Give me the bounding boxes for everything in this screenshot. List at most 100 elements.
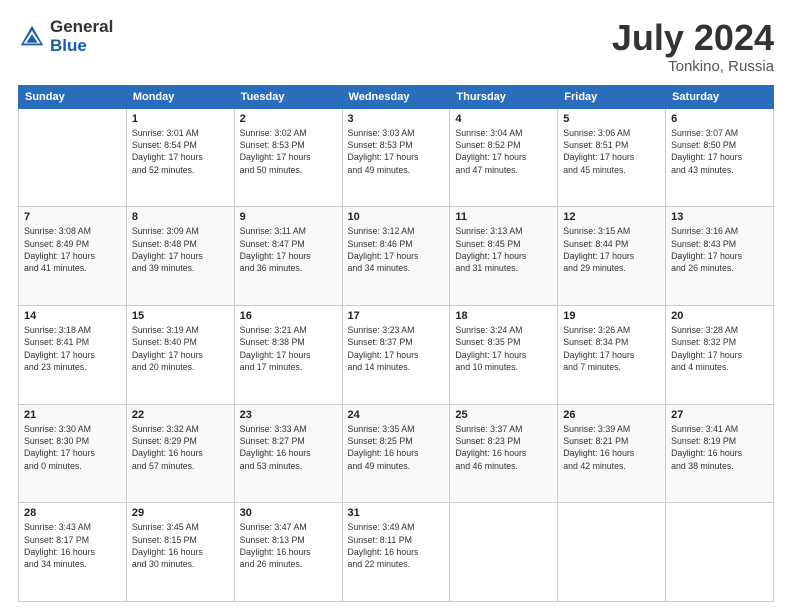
day-info: Sunrise: 3:02 AMSunset: 8:53 PMDaylight:… — [240, 127, 337, 176]
day-info: Sunrise: 3:49 AMSunset: 8:11 PMDaylight:… — [348, 521, 445, 570]
day-number: 7 — [24, 211, 121, 223]
day-number: 8 — [132, 211, 229, 223]
table-row: 31 Sunrise: 3:49 AMSunset: 8:11 PMDayligh… — [342, 503, 450, 602]
day-info: Sunrise: 3:06 AMSunset: 8:51 PMDaylight:… — [563, 127, 660, 176]
table-row: 15 Sunrise: 3:19 AMSunset: 8:40 PMDayligh… — [126, 305, 234, 404]
table-row: 1 Sunrise: 3:01 AMSunset: 8:54 PMDaylight… — [126, 108, 234, 207]
day-number: 1 — [132, 113, 229, 125]
table-row: 14 Sunrise: 3:18 AMSunset: 8:41 PMDayligh… — [19, 305, 127, 404]
table-row: 27 Sunrise: 3:41 AMSunset: 8:19 PMDayligh… — [666, 404, 774, 503]
day-info: Sunrise: 3:24 AMSunset: 8:35 PMDaylight:… — [455, 324, 552, 373]
day-number: 30 — [240, 507, 337, 519]
table-row: 25Sunrise: 3:37 AMSunset: 8:23 PMDayligh… — [450, 404, 558, 503]
logo-icon — [18, 23, 46, 51]
col-thursday: Thursday — [450, 85, 558, 108]
calendar-week-row: 21 Sunrise: 3:30 AMSunset: 8:30 PMDayligh… — [19, 404, 774, 503]
day-number: 24 — [348, 409, 445, 421]
day-number: 14 — [24, 310, 121, 322]
day-info: Sunrise: 3:41 AMSunset: 8:19 PMDaylight:… — [671, 423, 768, 472]
day-info: Sunrise: 3:35 AMSunset: 8:25 PMDaylight:… — [348, 423, 445, 472]
day-info: Sunrise: 3:15 AMSunset: 8:44 PMDaylight:… — [563, 225, 660, 274]
table-row: 29Sunrise: 3:45 AMSunset: 8:15 PMDayligh… — [126, 503, 234, 602]
col-wednesday: Wednesday — [342, 85, 450, 108]
day-number: 5 — [563, 113, 660, 125]
logo-blue-text: Blue — [50, 37, 113, 56]
logo-general-text: General — [50, 18, 113, 37]
day-info: Sunrise: 3:30 AMSunset: 8:30 PMDaylight:… — [24, 423, 121, 472]
col-monday: Monday — [126, 85, 234, 108]
table-row: 22 Sunrise: 3:32 AMSunset: 8:29 PMDayligh… — [126, 404, 234, 503]
table-row: 4Sunrise: 3:04 AMSunset: 8:52 PMDaylight… — [450, 108, 558, 207]
day-info: Sunrise: 3:18 AMSunset: 8:41 PMDaylight:… — [24, 324, 121, 373]
day-number: 9 — [240, 211, 337, 223]
table-row: 9 Sunrise: 3:11 AMSunset: 8:47 PMDaylight… — [234, 207, 342, 306]
day-info: Sunrise: 3:16 AMSunset: 8:43 PMDaylight:… — [671, 225, 768, 274]
col-tuesday: Tuesday — [234, 85, 342, 108]
table-row: 16Sunrise: 3:21 AMSunset: 8:38 PMDayligh… — [234, 305, 342, 404]
day-number: 28 — [24, 507, 121, 519]
logo-text: General Blue — [50, 18, 113, 55]
day-info: Sunrise: 3:19 AMSunset: 8:40 PMDaylight:… — [132, 324, 229, 373]
day-info: Sunrise: 3:23 AMSunset: 8:37 PMDaylight:… — [348, 324, 445, 373]
table-row — [558, 503, 666, 602]
table-row: 24 Sunrise: 3:35 AMSunset: 8:25 PMDayligh… — [342, 404, 450, 503]
day-number: 22 — [132, 409, 229, 421]
day-info: Sunrise: 3:26 AMSunset: 8:34 PMDaylight:… — [563, 324, 660, 373]
title-block: July 2024 Tonkino, Russia — [612, 18, 774, 75]
day-number: 20 — [671, 310, 768, 322]
table-row: 3Sunrise: 3:03 AMSunset: 8:53 PMDaylight… — [342, 108, 450, 207]
table-row: 12 Sunrise: 3:15 AMSunset: 8:44 PMDayligh… — [558, 207, 666, 306]
table-row: 19 Sunrise: 3:26 AMSunset: 8:34 PMDayligh… — [558, 305, 666, 404]
day-number: 16 — [240, 310, 337, 322]
day-info: Sunrise: 3:13 AMSunset: 8:45 PMDaylight:… — [455, 225, 552, 274]
day-number: 23 — [240, 409, 337, 421]
table-row: 2Sunrise: 3:02 AMSunset: 8:53 PMDaylight… — [234, 108, 342, 207]
col-sunday: Sunday — [19, 85, 127, 108]
table-row: 17Sunrise: 3:23 AMSunset: 8:37 PMDayligh… — [342, 305, 450, 404]
day-info: Sunrise: 3:33 AMSunset: 8:27 PMDaylight:… — [240, 423, 337, 472]
calendar-week-row: 7Sunrise: 3:08 AMSunset: 8:49 PMDaylight… — [19, 207, 774, 306]
day-number: 21 — [24, 409, 121, 421]
day-number: 6 — [671, 113, 768, 125]
table-row — [450, 503, 558, 602]
table-row: 18 Sunrise: 3:24 AMSunset: 8:35 PMDayligh… — [450, 305, 558, 404]
table-row: 11Sunrise: 3:13 AMSunset: 8:45 PMDayligh… — [450, 207, 558, 306]
day-number: 13 — [671, 211, 768, 223]
day-info: Sunrise: 3:45 AMSunset: 8:15 PMDaylight:… — [132, 521, 229, 570]
table-row — [666, 503, 774, 602]
day-number: 3 — [348, 113, 445, 125]
table-row: 13 Sunrise: 3:16 AMSunset: 8:43 PMDayligh… — [666, 207, 774, 306]
day-info: Sunrise: 3:39 AMSunset: 8:21 PMDaylight:… — [563, 423, 660, 472]
table-row: 6 Sunrise: 3:07 AMSunset: 8:50 PMDaylight… — [666, 108, 774, 207]
day-number: 18 — [455, 310, 552, 322]
day-info: Sunrise: 3:32 AMSunset: 8:29 PMDaylight:… — [132, 423, 229, 472]
header: General Blue July 2024 Tonkino, Russia — [18, 18, 774, 75]
table-row: 5 Sunrise: 3:06 AMSunset: 8:51 PMDaylight… — [558, 108, 666, 207]
day-number: 19 — [563, 310, 660, 322]
page: General Blue July 2024 Tonkino, Russia S… — [0, 0, 792, 612]
day-info: Sunrise: 3:11 AMSunset: 8:47 PMDaylight:… — [240, 225, 337, 274]
calendar-table: Sunday Monday Tuesday Wednesday Thursday… — [18, 85, 774, 602]
title-location: Tonkino, Russia — [612, 58, 774, 75]
day-number: 12 — [563, 211, 660, 223]
table-row: 21 Sunrise: 3:30 AMSunset: 8:30 PMDayligh… — [19, 404, 127, 503]
table-row — [19, 108, 127, 207]
calendar-week-row: 1 Sunrise: 3:01 AMSunset: 8:54 PMDaylight… — [19, 108, 774, 207]
day-info: Sunrise: 3:01 AMSunset: 8:54 PMDaylight:… — [132, 127, 229, 176]
day-info: Sunrise: 3:09 AMSunset: 8:48 PMDaylight:… — [132, 225, 229, 274]
day-number: 15 — [132, 310, 229, 322]
day-info: Sunrise: 3:07 AMSunset: 8:50 PMDaylight:… — [671, 127, 768, 176]
day-number: 31 — [348, 507, 445, 519]
day-number: 27 — [671, 409, 768, 421]
day-info: Sunrise: 3:37 AMSunset: 8:23 PMDaylight:… — [455, 423, 552, 472]
col-saturday: Saturday — [666, 85, 774, 108]
table-row: 8 Sunrise: 3:09 AMSunset: 8:48 PMDaylight… — [126, 207, 234, 306]
day-info: Sunrise: 3:43 AMSunset: 8:17 PMDaylight:… — [24, 521, 121, 570]
day-number: 10 — [348, 211, 445, 223]
calendar-week-row: 28 Sunrise: 3:43 AMSunset: 8:17 PMDayligh… — [19, 503, 774, 602]
title-month: July 2024 — [612, 18, 774, 58]
table-row: 30Sunrise: 3:47 AMSunset: 8:13 PMDayligh… — [234, 503, 342, 602]
table-row: 10Sunrise: 3:12 AMSunset: 8:46 PMDayligh… — [342, 207, 450, 306]
table-row: 20Sunrise: 3:28 AMSunset: 8:32 PMDayligh… — [666, 305, 774, 404]
table-row: 26Sunrise: 3:39 AMSunset: 8:21 PMDayligh… — [558, 404, 666, 503]
